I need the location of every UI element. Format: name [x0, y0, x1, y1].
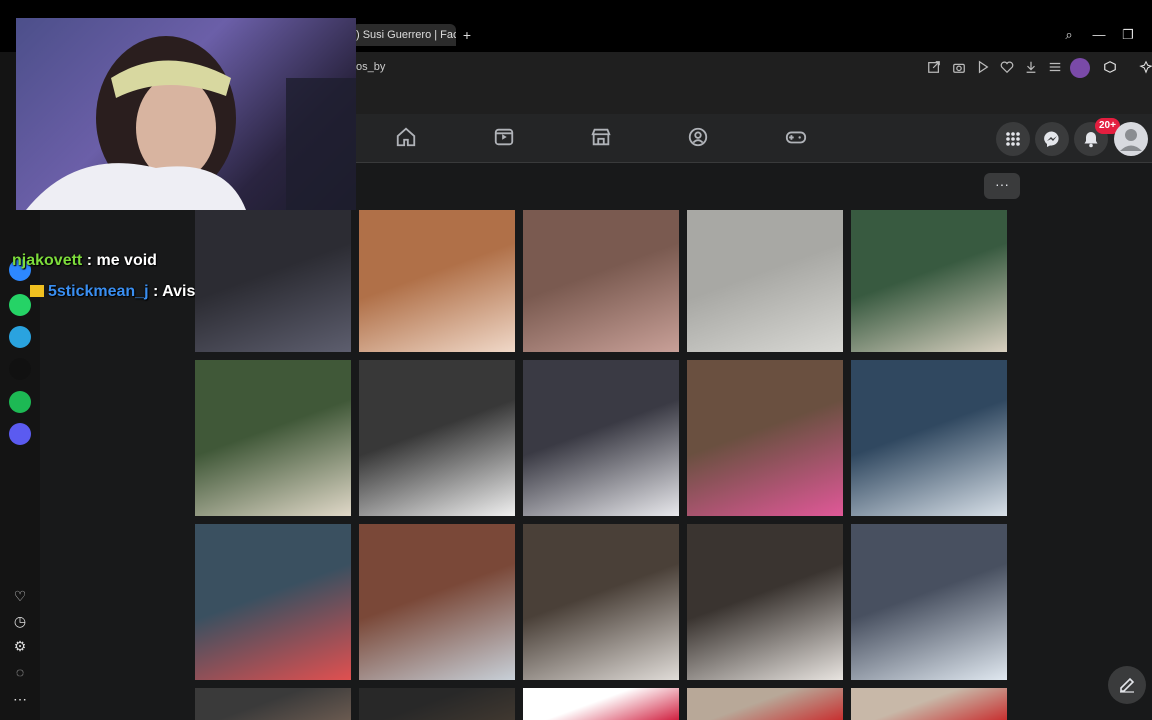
photo-thumbnail[interactable] [359, 688, 515, 720]
browser-tab[interactable]: ) Susi Guerrero | Face [352, 24, 456, 46]
photo-thumbnail[interactable] [687, 688, 843, 720]
photo-thumbnail[interactable] [195, 210, 351, 352]
photo-thumbnail[interactable] [195, 360, 351, 516]
chat-text: me void [96, 252, 157, 269]
apps-menu-button[interactable] [996, 122, 1030, 156]
photo-thumbnail[interactable] [851, 688, 1007, 720]
photo-thumbnail[interactable] [359, 210, 515, 352]
chat-separator: : [148, 283, 163, 300]
photo-thumbnail[interactable] [523, 688, 679, 720]
bulb-icon[interactable]: ◌ [10, 662, 30, 682]
search-tabs-button[interactable]: ⌕ [1060, 26, 1078, 44]
photo-thumbnail[interactable] [851, 210, 1007, 352]
profile-icon[interactable] [1070, 58, 1090, 78]
more-icon[interactable]: ⋯ [10, 689, 30, 709]
photo-thumbnail[interactable] [359, 524, 515, 680]
account-avatar[interactable] [1114, 122, 1148, 156]
photo-thumbnail[interactable] [687, 360, 843, 516]
more-options-button[interactable]: ··· [984, 173, 1020, 199]
photo-thumbnail[interactable] [523, 210, 679, 352]
play-icon[interactable] [975, 60, 991, 76]
pin-icon[interactable] [1138, 60, 1152, 76]
photo-thumbnail[interactable] [523, 360, 679, 516]
photo-thumbnail[interactable] [687, 524, 843, 680]
chat-username: 5stickmean_j [48, 283, 149, 300]
photo-thumbnail[interactable] [195, 524, 351, 680]
minimize-button[interactable]: — [1090, 26, 1108, 44]
url-text[interactable]: os_by [356, 61, 385, 73]
chat-separator: : [82, 252, 97, 269]
top-edge [0, 0, 1152, 18]
marketplace-icon[interactable] [590, 126, 614, 150]
messenger-button[interactable] [1035, 122, 1069, 156]
gaming-icon[interactable] [785, 126, 809, 150]
telegram-icon[interactable] [9, 326, 31, 348]
download-icon[interactable] [1023, 60, 1039, 76]
photo-thumbnail[interactable] [851, 524, 1007, 680]
new-message-button[interactable] [1108, 666, 1146, 704]
photo-thumbnail[interactable] [523, 524, 679, 680]
chat-message: njakovett : me void [12, 252, 157, 270]
groups-icon[interactable] [687, 126, 711, 150]
video-icon[interactable] [493, 126, 517, 150]
chat-username: njakovett [12, 252, 83, 269]
whatsapp-icon[interactable] [9, 294, 31, 316]
media-player-icon[interactable] [9, 423, 31, 445]
photo-grid [195, 210, 1008, 720]
restore-button[interactable]: ❐ [1119, 26, 1137, 44]
home-icon[interactable] [395, 126, 419, 150]
badge-icon [30, 285, 44, 297]
photo-thumbnail[interactable] [195, 688, 351, 720]
photo-thumbnail[interactable] [687, 210, 843, 352]
webcam-overlay [16, 18, 356, 210]
spotify-icon[interactable] [9, 391, 31, 413]
extension-icon[interactable] [1102, 60, 1118, 76]
heart-icon[interactable] [999, 60, 1015, 76]
gear-icon[interactable]: ⚙ [10, 636, 30, 656]
photo-thumbnail[interactable] [851, 360, 1007, 516]
photo-thumbnail[interactable] [359, 360, 515, 516]
tiktok-icon[interactable] [9, 358, 31, 380]
menu-icon[interactable] [1047, 60, 1063, 76]
new-tab-button[interactable]: + [460, 28, 474, 42]
share-icon[interactable] [926, 60, 942, 76]
heart-icon[interactable]: ♡ [10, 586, 30, 606]
clock-icon[interactable]: ◷ [10, 611, 30, 631]
camera-icon[interactable] [951, 60, 967, 76]
